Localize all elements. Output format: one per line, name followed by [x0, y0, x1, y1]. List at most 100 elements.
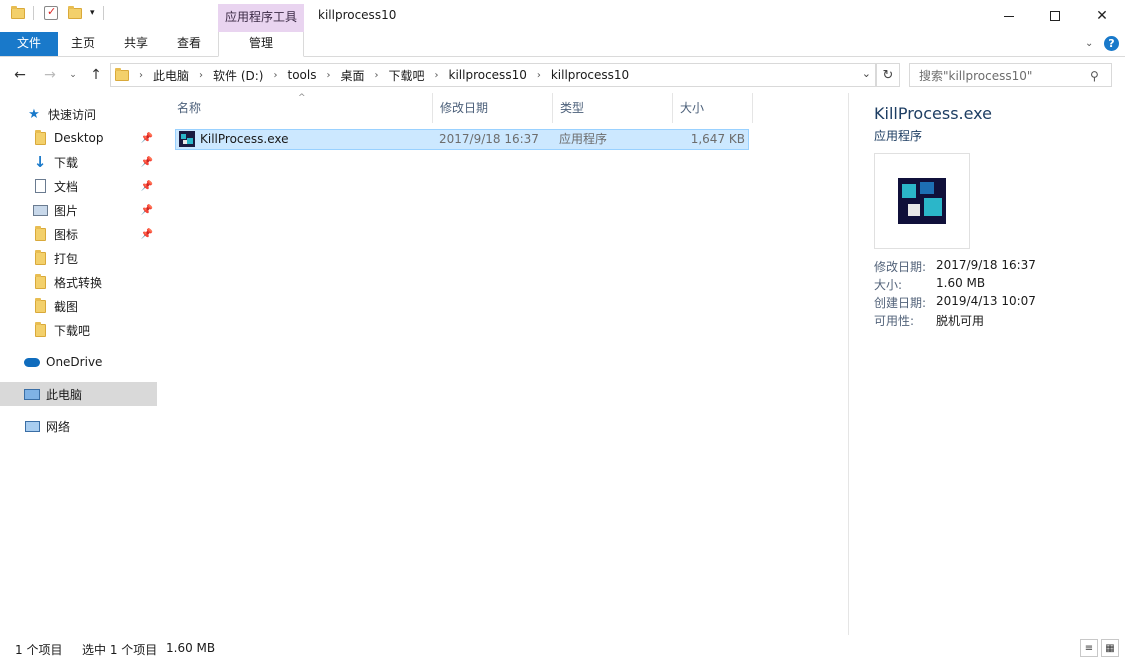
collapse-ribbon-icon[interactable]: ⌄: [1085, 38, 1093, 49]
folder-icon: [32, 321, 48, 338]
document-icon: [32, 178, 48, 194]
computer-icon: [24, 386, 40, 402]
nav-label: 打包: [54, 251, 79, 266]
address-bar[interactable]: › 此电脑 › 软件 (D:) › tools › 桌面 › 下载吧 › kil…: [110, 63, 876, 87]
folder-icon: [11, 5, 25, 19]
nav-label: 下载: [54, 155, 79, 170]
preview-file-type: 应用程序: [874, 129, 923, 143]
chevron-right-icon[interactable]: ›: [435, 70, 439, 81]
nav-network[interactable]: 网络: [0, 414, 157, 438]
selected-count: 选中 1 个项目: [82, 643, 158, 657]
tab-home[interactable]: 主页: [58, 32, 108, 56]
pin-icon[interactable]: 📌: [141, 229, 153, 240]
forward-button[interactable]: →: [40, 65, 60, 85]
nav-this-pc[interactable]: 此电脑: [0, 382, 157, 406]
nav-item-documents[interactable]: 文档 📌: [0, 174, 157, 198]
prop-label: 大小:: [874, 278, 903, 292]
network-icon: [24, 418, 40, 434]
column-header-modified[interactable]: 修改日期: [433, 93, 553, 123]
prop-label: 创建日期:: [874, 296, 927, 310]
maximize-button[interactable]: [1032, 0, 1078, 32]
close-button[interactable]: ✕: [1079, 0, 1125, 32]
tab-view[interactable]: 查看: [163, 32, 215, 56]
nav-item-xiazaiba[interactable]: 下载吧: [0, 318, 157, 342]
ribbon-tabs: 文件 主页 共享 查看 管理 ⌄ ?: [0, 32, 1125, 57]
star-icon: ★: [28, 106, 40, 122]
picture-icon: [32, 202, 48, 218]
help-icon[interactable]: ?: [1104, 36, 1119, 51]
nav-label: 图片: [54, 203, 79, 218]
search-icon: ⚲: [1090, 69, 1099, 83]
minimize-button[interactable]: [986, 0, 1032, 32]
nav-label: 此电脑: [46, 387, 83, 402]
chevron-right-icon[interactable]: ›: [326, 70, 330, 81]
properties-icon[interactable]: ✓: [44, 5, 58, 20]
breadcrumb-item[interactable]: 此电脑: [153, 67, 189, 84]
pin-icon[interactable]: 📌: [141, 133, 153, 144]
status-bar: 1 个项目 选中 1 个项目 1.60 MB ≡ ▦: [0, 635, 1125, 661]
file-name: KillProcess.exe: [200, 132, 289, 146]
large-icons-view-button[interactable]: ▦: [1101, 639, 1119, 657]
application-icon: [179, 131, 195, 147]
pin-icon[interactable]: 📌: [141, 205, 153, 216]
table-row[interactable]: KillProcess.exe 2017/9/18 16:37 应用程序 1,6…: [175, 129, 749, 150]
tab-manage[interactable]: 管理: [218, 32, 304, 57]
breadcrumb-item[interactable]: 桌面: [340, 67, 364, 84]
customize-dropdown-icon[interactable]: ▾: [90, 8, 95, 18]
nav-item-pictures[interactable]: 图片 📌: [0, 198, 157, 222]
nav-item-format-convert[interactable]: 格式转换: [0, 270, 157, 294]
tab-share[interactable]: 共享: [110, 32, 162, 56]
folder-icon: [32, 249, 48, 266]
address-history-dropdown-icon[interactable]: ⌄: [862, 67, 871, 80]
window-title: killprocess10: [318, 8, 397, 22]
folder-icon: [32, 225, 48, 242]
chevron-right-icon[interactable]: ›: [199, 70, 203, 81]
breadcrumb-item[interactable]: killprocess10: [449, 68, 527, 82]
breadcrumb-item[interactable]: 下载吧: [388, 67, 424, 84]
chevron-right-icon[interactable]: ›: [537, 70, 541, 81]
nav-onedrive[interactable]: OneDrive: [0, 350, 157, 374]
navigation-pane: ★ 快速访问 Desktop 📌 ↓ 下载 📌 文档 📌 图片 📌 图标 📌 打…: [0, 93, 158, 635]
breadcrumb-item[interactable]: killprocess10: [551, 68, 629, 82]
nav-label: OneDrive: [46, 355, 103, 369]
search-input[interactable]: 搜索"killprocess10": [909, 63, 1112, 87]
context-tab-header: 应用程序工具: [218, 4, 304, 32]
quick-access-toolbar: ✓ ▾: [11, 5, 104, 20]
chevron-right-icon[interactable]: ›: [273, 70, 277, 81]
refresh-button[interactable]: ↻: [876, 63, 900, 87]
nav-item-icons[interactable]: 图标 📌: [0, 222, 157, 246]
tab-file[interactable]: 文件: [0, 32, 58, 56]
chevron-right-icon[interactable]: ›: [374, 70, 378, 81]
column-header-size[interactable]: 大小: [673, 93, 753, 123]
details-view-button[interactable]: ≡: [1080, 639, 1098, 657]
breadcrumb-item[interactable]: 软件 (D:): [213, 67, 263, 84]
file-list: ^ 名称 修改日期 类型 大小 KillProcess.exe 2017/9/1…: [160, 93, 848, 635]
preview-file-name: KillProcess.exe: [874, 104, 992, 123]
back-button[interactable]: ←: [10, 65, 30, 85]
recent-locations-button[interactable]: ⌄: [63, 65, 83, 85]
nav-item-pack[interactable]: 打包: [0, 246, 157, 270]
folder-icon: [32, 273, 48, 290]
nav-item-downloads[interactable]: ↓ 下载 📌: [0, 150, 157, 174]
cloud-icon: [24, 354, 40, 370]
folder-icon: [32, 129, 48, 146]
selected-size: 1.60 MB: [166, 641, 216, 655]
divider: [33, 6, 34, 20]
breadcrumb-item[interactable]: tools: [287, 68, 316, 82]
nav-label: 网络: [46, 419, 71, 434]
folder-icon: [115, 67, 129, 81]
nav-quick-access[interactable]: ★ 快速访问: [0, 102, 157, 126]
nav-label: 截图: [54, 299, 79, 314]
navigation-bar: ← → ⌄ ↑ › 此电脑 › 软件 (D:) › tools › 桌面 › 下…: [0, 57, 1125, 93]
column-header-name[interactable]: 名称: [170, 93, 433, 123]
pin-icon[interactable]: 📌: [141, 181, 153, 192]
prop-value: 2017/9/18 16:37: [936, 258, 1036, 272]
nav-item-desktop[interactable]: Desktop 📌: [0, 126, 157, 150]
new-folder-icon[interactable]: [68, 5, 82, 19]
up-button[interactable]: ↑: [86, 65, 106, 85]
nav-label: 下载吧: [54, 323, 91, 338]
prop-value: 2019/4/13 10:07: [936, 294, 1036, 308]
pin-icon[interactable]: 📌: [141, 157, 153, 168]
nav-item-screenshots[interactable]: 截图: [0, 294, 157, 318]
column-header-type[interactable]: 类型: [553, 93, 673, 123]
